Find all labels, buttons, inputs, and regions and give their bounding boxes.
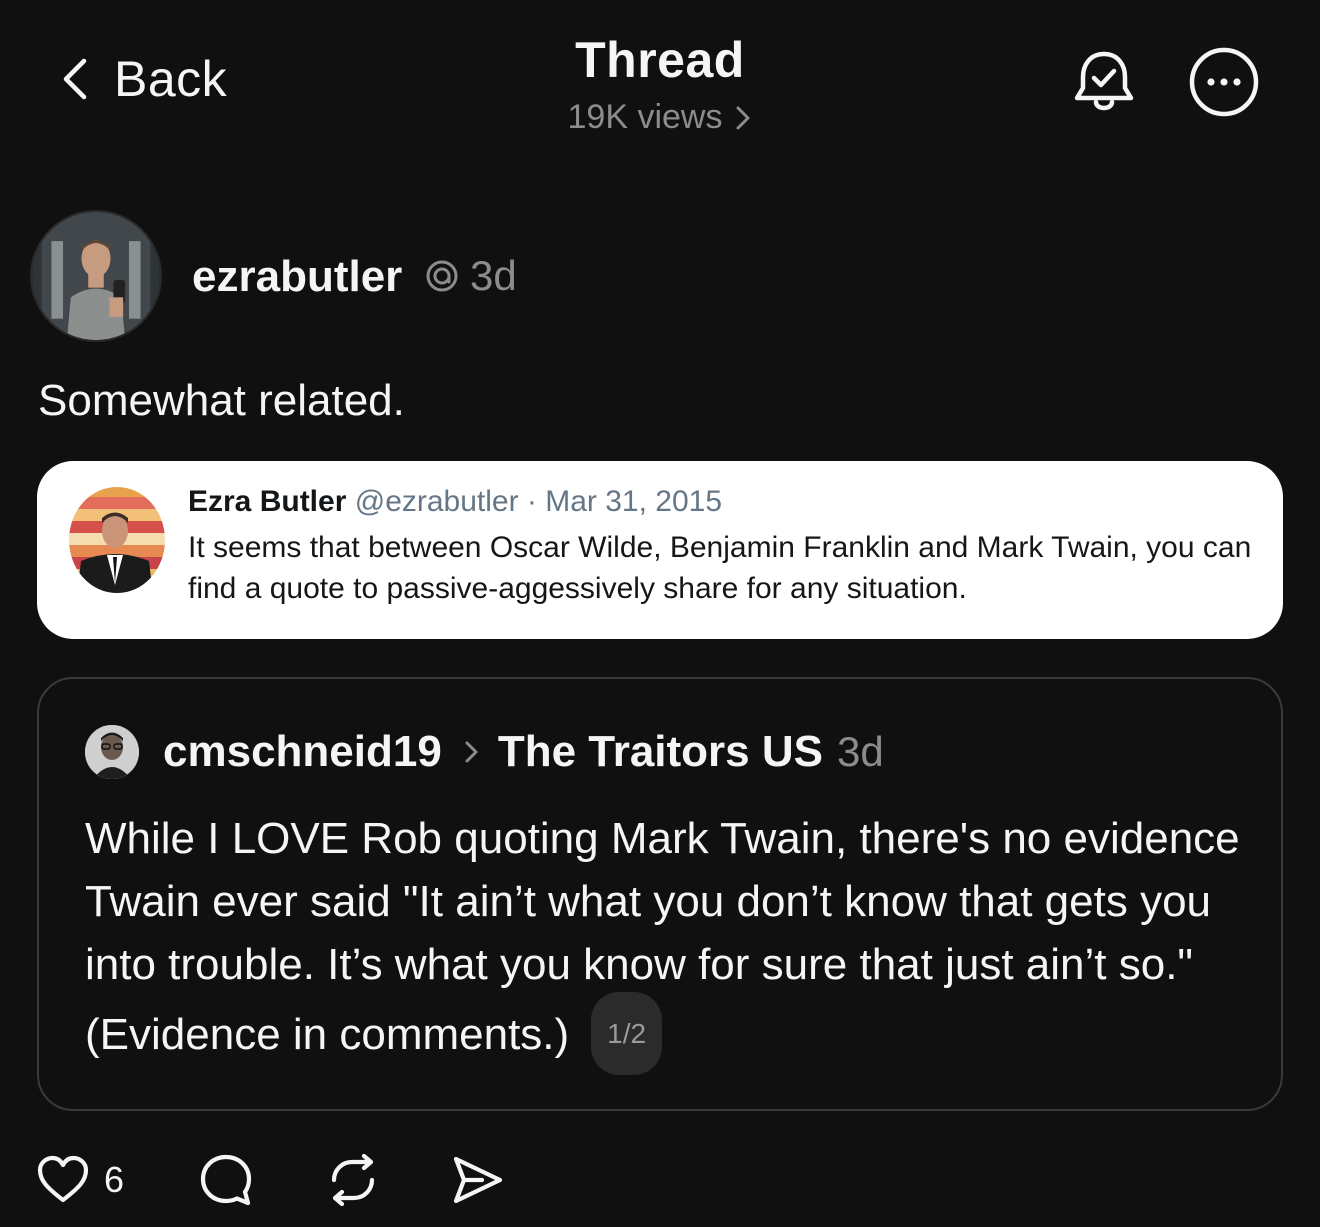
chevron-right-icon [736,106,750,129]
more-horizontal-icon[interactable] [1188,46,1260,118]
community-link[interactable]: The Traitors US [498,727,823,777]
tweet-text-line: It seems that between Oscar Wilde, Benja… [188,531,1252,564]
post-username[interactable]: ezrabutler [192,252,402,302]
quoted-username[interactable]: cmschneid19 [163,727,442,777]
quoted-post-header: cmschneid19 The Traitors US 3d [163,727,884,777]
threads-logo-icon [426,260,458,292]
quoted-text-block: While I LOVE Rob quoting Mark Twain, the… [85,807,1255,1079]
avatar[interactable] [30,210,162,342]
quoted-text: While I LOVE Rob quoting Mark Twain, the… [85,814,1240,1060]
quoted-time: 3d [837,728,884,775]
tweet-author-name: Ezra Butler [188,485,347,518]
repost-icon[interactable] [326,1153,380,1207]
post-time: 3d [470,252,517,299]
bell-check-icon[interactable] [1072,48,1136,116]
tweet-avatar [69,487,165,593]
chevron-right-icon [465,741,478,763]
thread-page: Back Thread 19K views ezrabutler 3d Some… [0,0,1320,1227]
tweet-header: Ezra Butler @ezrabutler · Mar 31, 2015 [188,485,722,519]
post-text: Somewhat related. [38,376,405,425]
tweet-text: It seems that between Oscar Wilde, Benja… [188,527,1283,609]
quoted-post-card[interactable]: cmschneid19 The Traitors US 3d While I L… [37,677,1283,1111]
like-count: 6 [104,1159,125,1200]
views-link[interactable]: 19K views [568,98,753,137]
views-count: 19K views [567,98,723,136]
comment-icon[interactable] [199,1153,253,1207]
send-icon[interactable] [452,1155,504,1205]
tweet-meta: @ezrabutler · Mar 31, 2015 [354,485,723,518]
page-indicator: 1/2 [591,992,663,1075]
embedded-tweet-image[interactable]: Ezra Butler @ezrabutler · Mar 31, 2015 I… [37,461,1283,639]
heart-icon [37,1155,89,1203]
tweet-text-line: find a quote to passive-aggessively shar… [188,572,967,605]
quoted-avatar[interactable] [85,725,139,779]
like-button[interactable]: 6 [36,1155,124,1205]
